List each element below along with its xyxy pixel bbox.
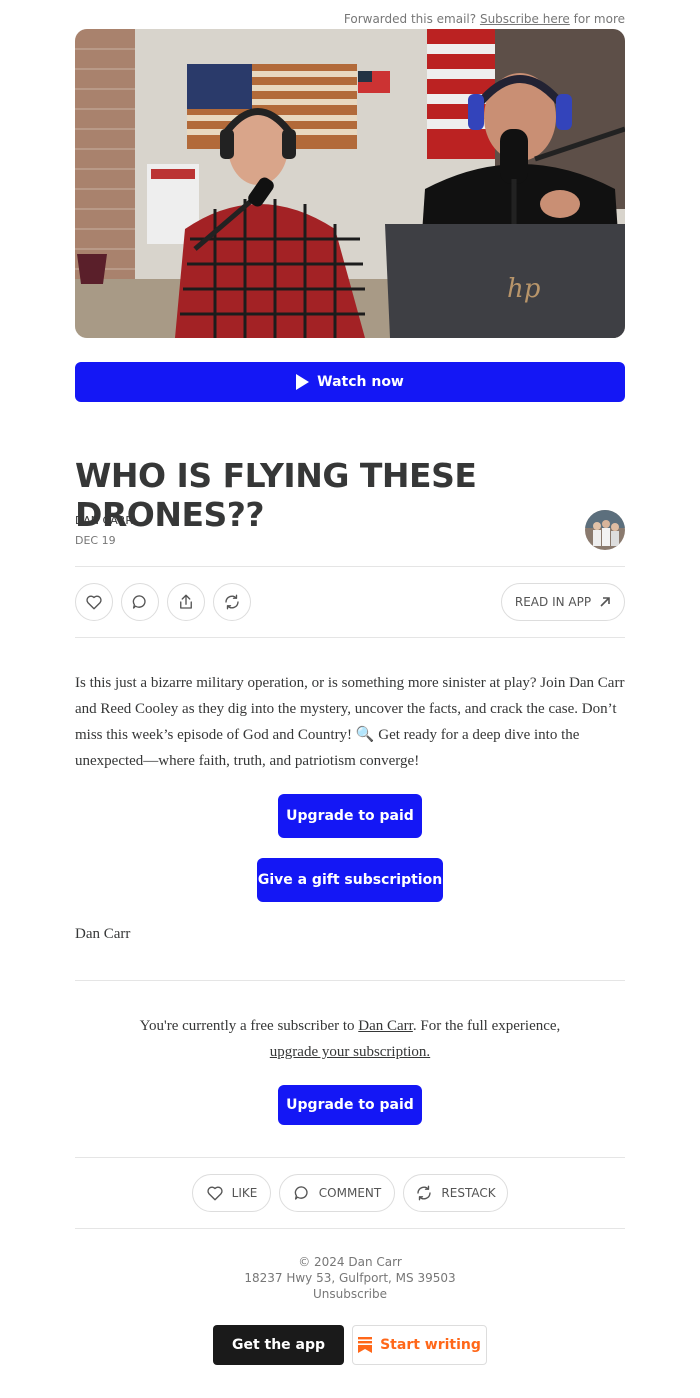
- restack-label: RESTACK: [441, 1186, 496, 1200]
- get-app-label: Get the app: [231, 1337, 326, 1353]
- avatar[interactable]: [585, 510, 625, 550]
- unsubscribe-link[interactable]: Unsubscribe: [75, 1287, 625, 1301]
- divider: [75, 637, 625, 638]
- comment-icon: [132, 595, 146, 609]
- forwarded-suffix: for more: [573, 12, 625, 26]
- read-in-app-button[interactable]: READ IN APP: [501, 583, 625, 621]
- subscription-note: You're currently a free subscriber to Da…: [75, 1013, 625, 1065]
- comment-label: COMMENT: [318, 1186, 382, 1200]
- share-round-button[interactable]: [167, 583, 205, 621]
- video-thumbnail[interactable]: hp: [75, 29, 625, 338]
- post-author[interactable]: DAN CARR: [75, 514, 133, 527]
- upgrade-to-paid-button-bottom[interactable]: Upgrade to paid: [278, 1085, 422, 1125]
- start-writing-label: Start writing: [380, 1337, 481, 1353]
- divider: [75, 1228, 625, 1229]
- upgrade-label: Upgrade to paid: [286, 808, 414, 824]
- watch-now-button[interactable]: Watch now: [75, 362, 625, 402]
- comment-round-button[interactable]: [121, 583, 159, 621]
- gift-label: Give a gift subscription: [257, 872, 443, 888]
- footer-copyright: © 2024 Dan Carr: [298, 1255, 402, 1269]
- read-in-app-label: READ IN APP: [514, 595, 592, 609]
- subscribe-link[interactable]: Subscribe here: [480, 12, 570, 26]
- post-date: DEC 19: [75, 534, 116, 547]
- video-scene-image: hp: [75, 29, 625, 338]
- arrow-up-right-icon: [600, 597, 610, 607]
- forwarded-line: Forwarded this email? Subscribe here for…: [344, 12, 625, 26]
- heart-icon: [86, 595, 102, 610]
- sub-note-middle: . For the full experience,: [412, 1018, 561, 1034]
- share-icon: [180, 594, 192, 609]
- watch-now-label: Watch now: [317, 374, 404, 390]
- footer-address: 18237 Hwy 53, Gulfport, MS 39503: [244, 1271, 456, 1285]
- upgrade-label: Upgrade to paid: [286, 1097, 414, 1113]
- signoff: Dan Carr: [75, 926, 131, 942]
- get-the-app-button[interactable]: Get the app: [213, 1325, 344, 1365]
- like-label: LIKE: [231, 1186, 258, 1200]
- like-round-button[interactable]: [75, 583, 113, 621]
- restack-round-button[interactable]: [213, 583, 251, 621]
- heart-icon: [207, 1186, 223, 1201]
- divider: [75, 566, 625, 567]
- comment-icon: [294, 1186, 308, 1200]
- restack-icon: [417, 1185, 432, 1201]
- laptop-logo: hp: [507, 274, 541, 304]
- gift-subscription-button[interactable]: Give a gift subscription: [257, 858, 443, 902]
- post-body: Is this just a bizarre military operatio…: [75, 675, 625, 769]
- upgrade-to-paid-button[interactable]: Upgrade to paid: [278, 794, 422, 838]
- restack-button[interactable]: RESTACK: [403, 1174, 508, 1212]
- publication-link[interactable]: Dan Carr: [358, 1018, 413, 1034]
- comment-button[interactable]: COMMENT: [279, 1174, 395, 1212]
- restack-icon: [225, 594, 239, 610]
- forwarded-text: Forwarded this email?: [343, 12, 477, 26]
- post-title[interactable]: WHO IS FLYING THESE DRONES??: [75, 456, 635, 534]
- divider: [75, 980, 625, 981]
- sub-note-prefix: You're currently a free subscriber to: [139, 1018, 355, 1034]
- upgrade-subscription-link[interactable]: upgrade your subscription.: [270, 1044, 430, 1060]
- divider: [75, 1157, 625, 1158]
- substack-logo-icon: [358, 1337, 373, 1353]
- like-button[interactable]: LIKE: [192, 1174, 271, 1212]
- play-icon: [296, 374, 310, 390]
- start-writing-button[interactable]: Start writing: [352, 1325, 487, 1365]
